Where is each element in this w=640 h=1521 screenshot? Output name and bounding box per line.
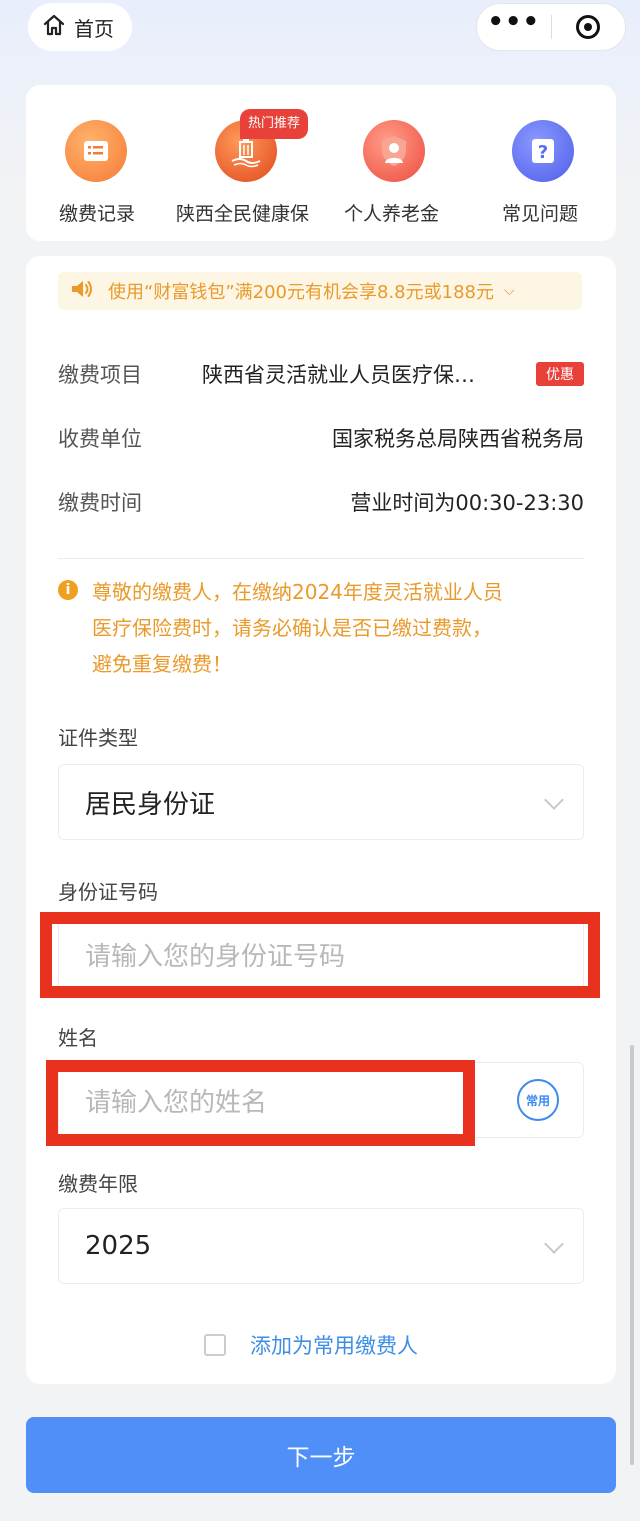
target-icon [576,15,601,39]
promo-text: 使用“财富钱包”满200元有机会享8.8元或188元 [108,282,494,303]
chevron-down-icon: ⌵ [504,283,515,299]
payment-item-row: 缴费项目 陕西省灵活就业人员医疗保… 优惠 [58,354,584,394]
person-shield-icon [363,120,425,182]
home-icon [42,13,66,42]
payment-form-card: 使用“财富钱包”满200元有机会享8.8元或188元 ⌵ 缴费项目 陕西省灵活就… [26,256,616,1384]
warning-line: 避免重复缴费！ [92,652,232,676]
miniprogram-capsule: ••• [476,3,626,51]
payment-time-row: 缴费时间 营业时间为00:30-23:30 [58,482,584,522]
hot-recommend-badge: 热门推荐 [240,109,309,139]
add-common-payer-checkbox[interactable] [204,1334,226,1356]
highlight-frame-id-number [40,912,600,998]
chevron-down-icon [544,1234,564,1254]
more-icon: ••• [487,7,541,37]
quick-links-card: 缴费记录 陕西全民健康保 个人养老金 ? 常见问题 热门推荐 [26,85,616,241]
quick-link-label: 陕西全民健康保 [176,203,310,225]
name-label: 姓名 [58,1026,98,1050]
quick-link-label: 缴费记录 [59,203,136,225]
add-common-payer-row[interactable]: 添加为常用缴费人 [204,1330,418,1360]
payment-time-value: 营业时间为00:30-23:30 [350,491,584,515]
list-doc-icon [65,120,127,182]
add-common-payer-label[interactable]: 添加为常用缴费人 [250,1330,418,1360]
id-type-label: 证件类型 [58,726,138,750]
more-menu-button[interactable]: ••• [477,4,551,50]
quick-link-label: 常见问题 [502,203,579,225]
payment-year-label: 缴费年限 [58,1172,138,1196]
common-payer-button[interactable]: 常用 [517,1079,559,1121]
payment-time-label: 缴费时间 [58,491,142,515]
home-button[interactable]: 首页 [28,3,132,51]
collection-unit-value: 国家税务总局陕西省税务局 [332,427,584,451]
id-number-label: 身份证号码 [58,880,158,904]
id-type-select[interactable]: 居民身份证 [58,764,584,840]
speaker-icon [70,278,94,305]
info-icon: i [58,580,78,600]
warning-line: 医疗保险费时，请务必确认是否已缴过费款， [92,616,492,640]
collection-unit-label: 收费单位 [58,427,142,451]
promo-notice[interactable]: 使用“财富钱包”满200元有机会享8.8元或188元 ⌵ [58,272,582,310]
quick-link-label: 个人养老金 [344,203,440,225]
section-divider [58,558,584,559]
home-label: 首页 [74,16,114,41]
next-step-button[interactable]: 下一步 [26,1417,616,1493]
scrollbar[interactable] [630,1045,634,1465]
collection-unit-row: 收费单位 国家税务总局陕西省税务局 [58,418,584,458]
warning-text: 尊敬的缴费人，在缴纳2024年度灵活就业人员 医疗保险费时，请务必确认是否已缴过… [92,574,503,682]
svg-text:?: ? [538,142,548,163]
duplicate-payment-warning: i 尊敬的缴费人，在缴纳2024年度灵活就业人员 医疗保险费时，请务必确认是否已… [58,574,584,682]
discount-tag: 优惠 [536,362,584,386]
payment-year-value: 2025 [85,1231,152,1261]
id-type-value: 居民身份证 [85,789,216,820]
highlight-frame-name [46,1060,475,1146]
payment-item-value: 陕西省灵活就业人员医疗保… [202,363,475,387]
close-miniprogram-button[interactable] [552,4,626,50]
chevron-down-icon [544,790,564,810]
payment-item-label: 缴费项目 [58,363,142,387]
warning-line: 尊敬的缴费人，在缴纳2024年度灵活就业人员 [92,580,503,604]
question-icon: ? [512,120,574,182]
payment-year-select[interactable]: 2025 [58,1208,584,1284]
